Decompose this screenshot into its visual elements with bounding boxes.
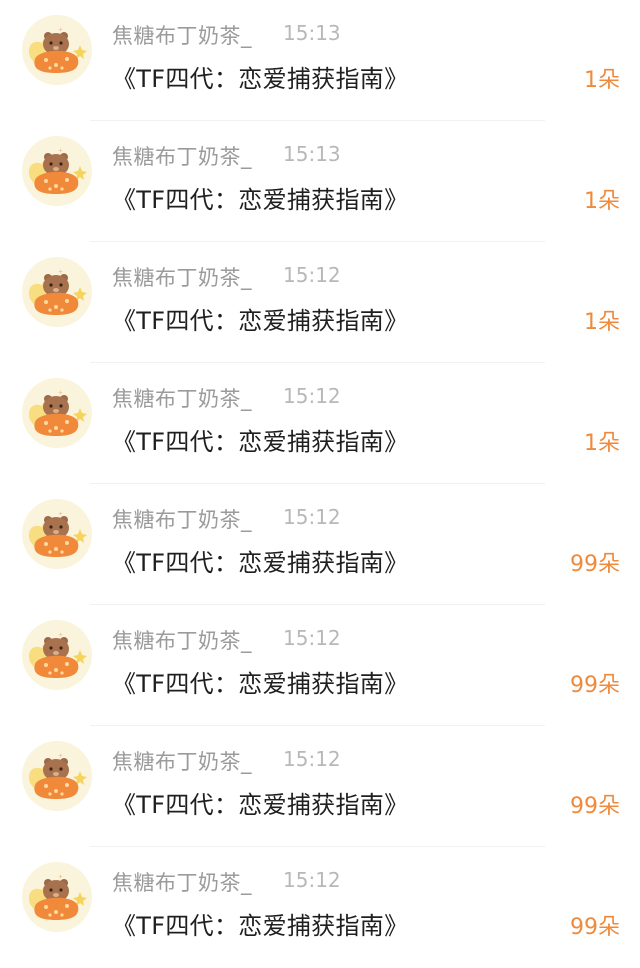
message-text: 《TF四代：恋爱捕获指南》: [112, 912, 409, 940]
list-item[interactable]: 焦糖布丁奶茶_ 15:12 《TF四代：恋爱捕获指南》 1朵: [0, 242, 640, 363]
gift-count: 1朵: [584, 68, 620, 93]
username[interactable]: 焦糖布丁奶茶_: [112, 262, 252, 292]
username[interactable]: 焦糖布丁奶茶_: [112, 383, 252, 413]
username[interactable]: 焦糖布丁奶茶_: [112, 20, 252, 50]
username[interactable]: 焦糖布丁奶茶_: [112, 504, 252, 534]
avatar[interactable]: [22, 620, 92, 690]
gift-count: 1朵: [584, 310, 620, 335]
list-item[interactable]: 焦糖布丁奶茶_ 15:12 《TF四代：恋爱捕获指南》 99朵: [0, 847, 640, 968]
bear-with-orange-pillow-icon: [22, 741, 92, 811]
gift-record-list: 焦糖布丁奶茶_ 15:13 《TF四代：恋爱捕获指南》 1朵 焦糖布丁奶茶_ 1…: [0, 0, 640, 953]
timestamp: 15:12: [283, 747, 341, 771]
avatar[interactable]: [22, 136, 92, 206]
username[interactable]: 焦糖布丁奶茶_: [112, 141, 252, 171]
timestamp: 15:12: [283, 263, 341, 287]
username[interactable]: 焦糖布丁奶茶_: [112, 867, 252, 897]
list-item[interactable]: 焦糖布丁奶茶_ 15:12 《TF四代：恋爱捕获指南》 99朵: [0, 605, 640, 726]
gift-count: 99朵: [570, 915, 620, 940]
message-text: 《TF四代：恋爱捕获指南》: [112, 65, 409, 93]
avatar[interactable]: [22, 257, 92, 327]
gift-count: 1朵: [584, 189, 620, 214]
bear-with-orange-pillow-icon: [22, 257, 92, 327]
list-item[interactable]: 焦糖布丁奶茶_ 15:12 《TF四代：恋爱捕获指南》 99朵: [0, 484, 640, 605]
username[interactable]: 焦糖布丁奶茶_: [112, 625, 252, 655]
bear-with-orange-pillow-icon: [22, 15, 92, 85]
gift-count: 99朵: [570, 794, 620, 819]
avatar[interactable]: [22, 378, 92, 448]
message-text: 《TF四代：恋爱捕获指南》: [112, 670, 409, 698]
bear-with-orange-pillow-icon: [22, 620, 92, 690]
username[interactable]: 焦糖布丁奶茶_: [112, 746, 252, 776]
avatar[interactable]: [22, 15, 92, 85]
gift-count: 99朵: [570, 673, 620, 698]
list-item[interactable]: 焦糖布丁奶茶_ 15:12 《TF四代：恋爱捕获指南》 1朵: [0, 363, 640, 484]
timestamp: 15:12: [283, 626, 341, 650]
timestamp: 15:12: [283, 384, 341, 408]
bear-with-orange-pillow-icon: [22, 136, 92, 206]
list-item[interactable]: 焦糖布丁奶茶_ 15:13 《TF四代：恋爱捕获指南》 1朵: [0, 0, 640, 121]
avatar[interactable]: [22, 862, 92, 932]
timestamp: 15:13: [283, 21, 341, 45]
gift-count: 1朵: [584, 431, 620, 456]
timestamp: 15:12: [283, 868, 341, 892]
bear-with-orange-pillow-icon: [22, 499, 92, 569]
list-item[interactable]: 焦糖布丁奶茶_ 15:13 《TF四代：恋爱捕获指南》 1朵: [0, 121, 640, 242]
avatar[interactable]: [22, 499, 92, 569]
gift-count: 99朵: [570, 552, 620, 577]
message-text: 《TF四代：恋爱捕获指南》: [112, 549, 409, 577]
message-text: 《TF四代：恋爱捕获指南》: [112, 428, 409, 456]
timestamp: 15:12: [283, 505, 341, 529]
message-text: 《TF四代：恋爱捕获指南》: [112, 307, 409, 335]
list-item[interactable]: 焦糖布丁奶茶_ 15:12 《TF四代：恋爱捕获指南》 99朵: [0, 726, 640, 847]
avatar[interactable]: [22, 741, 92, 811]
bear-with-orange-pillow-icon: [22, 862, 92, 932]
message-text: 《TF四代：恋爱捕获指南》: [112, 791, 409, 819]
timestamp: 15:13: [283, 142, 341, 166]
bear-with-orange-pillow-icon: [22, 378, 92, 448]
message-text: 《TF四代：恋爱捕获指南》: [112, 186, 409, 214]
